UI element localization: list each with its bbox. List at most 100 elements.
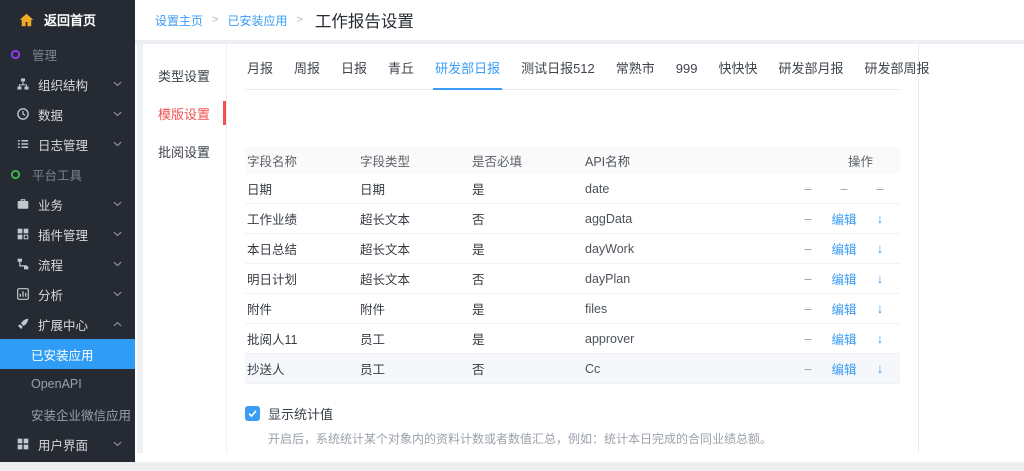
edit-link[interactable]: 编辑	[826, 299, 862, 318]
no-action-dash: –	[790, 272, 826, 286]
row-operations: –编辑↓	[790, 329, 898, 348]
tab-daily-report[interactable]: 日报	[339, 58, 369, 89]
cell: dayWork	[585, 242, 790, 256]
cell: 工作业绩	[245, 209, 360, 228]
cell: 员工	[360, 329, 472, 348]
tab-changshu[interactable]: 常熟市	[614, 58, 657, 89]
sidebar-section-label: 平台工具	[32, 165, 82, 184]
sidebar-item-install-wechat-app[interactable]: 安装企业微信应用	[0, 399, 135, 429]
download-icon[interactable]: ↓	[862, 361, 898, 376]
sidebar-item-installed-apps[interactable]: 已安装应用	[0, 339, 135, 369]
breadcrumb-link-settings-home[interactable]: 设置主页	[155, 12, 203, 29]
edit-link[interactable]: 编辑	[826, 359, 862, 378]
cell: 明日计划	[245, 269, 360, 288]
home-icon	[19, 13, 34, 27]
cell: 是	[472, 299, 585, 318]
subnav-divider	[226, 44, 227, 453]
plugin-icon	[17, 228, 29, 240]
edit-link[interactable]: 编辑	[826, 239, 862, 258]
sidebar: 返回首页 管理组织结构数据日志管理平台工具业务插件管理流程分析扩展中心已安装应用…	[0, 0, 135, 462]
fields-table: 字段名称字段类型是否必填API名称操作 日期日期是date–––工作业绩超长文本…	[245, 147, 900, 384]
sidebar-item-org-structure[interactable]: 组织结构	[0, 69, 135, 99]
cell: 是	[472, 179, 585, 198]
edit-link[interactable]: 编辑	[826, 329, 862, 348]
sidebar-item-label: 已安装应用	[31, 345, 94, 364]
table-row-agg-data: 工作业绩超长文本否aggData–编辑↓	[245, 204, 900, 234]
sidebar-item-openapi[interactable]: OpenAPI	[0, 369, 135, 399]
sidebar-item-plugin-management[interactable]: 插件管理	[0, 219, 135, 249]
edit-link[interactable]: 编辑	[826, 209, 862, 228]
sidebar-item-business[interactable]: 业务	[0, 189, 135, 219]
no-action-dash: –	[826, 182, 862, 196]
sidebar-item-process[interactable]: 流程	[0, 249, 135, 279]
cell: 日期	[360, 179, 472, 198]
download-icon[interactable]: ↓	[862, 301, 898, 316]
breadcrumb-link-installed-apps[interactable]: 已安装应用	[227, 12, 287, 29]
ring-icon	[10, 49, 21, 60]
cell: date	[585, 182, 790, 196]
tab-monthly-report[interactable]: 月报	[245, 58, 275, 89]
download-icon[interactable]: ↓	[862, 241, 898, 256]
subnav-item-type-settings[interactable]: 类型设置	[143, 61, 226, 89]
tab-rd-daily-report[interactable]: 研发部日报	[433, 58, 502, 89]
sidebar-item-label: 流程	[38, 255, 63, 274]
sidebar-item-log-management[interactable]: 日志管理	[0, 129, 135, 159]
no-action-dash: –	[790, 362, 826, 376]
back-to-home-button[interactable]: 返回首页	[0, 0, 135, 35]
table-row-day-plan: 明日计划超长文本否dayPlan–编辑↓	[245, 264, 900, 294]
tab-qingqiu[interactable]: 青丘	[386, 58, 416, 89]
report-tabs: 月报周报日报青丘研发部日报测试日报512常熟市999快快快研发部月报研发部周报	[245, 58, 900, 90]
breadcrumb-separator: >	[212, 14, 218, 26]
chevron-down-icon	[113, 111, 122, 117]
cell: 员工	[360, 359, 472, 378]
row-operations: –编辑↓	[790, 239, 898, 258]
sidebar-item-label: 插件管理	[38, 225, 88, 244]
subnav-item-review-settings[interactable]: 批阅设置	[143, 137, 226, 165]
chevron-down-icon	[113, 441, 122, 447]
sidebar-item-user-interface[interactable]: 用户界面	[0, 429, 135, 459]
download-icon[interactable]: ↓	[862, 271, 898, 286]
table-row-files: 附件附件是files–编辑↓	[245, 294, 900, 324]
chevron-down-icon	[113, 141, 122, 147]
tab-test-daily-512[interactable]: 测试日报512	[519, 58, 597, 89]
subnav-item-template-settings[interactable]: 模版设置	[143, 99, 226, 127]
sidebar-item-label: OpenAPI	[31, 377, 82, 391]
chart-icon	[17, 288, 29, 300]
page-title: 工作报告设置	[315, 8, 414, 32]
sidebar-item-data[interactable]: 数据	[0, 99, 135, 129]
main-area: 设置主页 > 已安装应用 > 工作报告设置 类型设置模版设置批阅设置 月报周报日…	[135, 0, 1024, 462]
download-icon[interactable]: ↓	[862, 211, 898, 226]
tab-rd-monthly-report[interactable]: 研发部月报	[777, 58, 846, 89]
tab-999[interactable]: 999	[674, 58, 700, 89]
cell: 抄送人	[245, 359, 360, 378]
chevron-down-icon	[113, 201, 122, 207]
no-action-dash: –	[862, 182, 898, 196]
card-right-border	[918, 44, 919, 453]
sidebar-item-extension-center[interactable]: 扩展中心	[0, 309, 135, 339]
download-icon[interactable]: ↓	[862, 331, 898, 346]
table-body: 日期日期是date–––工作业绩超长文本否aggData–编辑↓本日总结超长文本…	[245, 174, 900, 384]
chevron-down-icon	[113, 291, 122, 297]
chevron-down-icon	[113, 231, 122, 237]
sidebar-item-label: 扩展中心	[38, 315, 88, 334]
no-action-dash: –	[790, 182, 826, 196]
cell: files	[585, 302, 790, 316]
check-icon	[247, 408, 258, 419]
show-stats-checkbox[interactable]	[245, 406, 260, 421]
chevron-down-icon	[113, 261, 122, 267]
table-header: 字段名称字段类型是否必填API名称操作	[245, 147, 900, 174]
settings-card: 类型设置模版设置批阅设置 月报周报日报青丘研发部日报测试日报512 常熟市 999 快…	[135, 44, 1024, 453]
tab-rd-weekly-report[interactable]: 研发部周报	[863, 58, 932, 89]
cell: 超长文本	[360, 269, 472, 288]
cell: dayPlan	[585, 272, 790, 286]
edit-link[interactable]: 编辑	[826, 269, 862, 288]
row-operations: –编辑↓	[790, 359, 898, 378]
tab-kuaikuaikuai[interactable]: 快快快	[717, 58, 760, 89]
cell: approver	[585, 332, 790, 346]
sidebar-item-analysis[interactable]: 分析	[0, 279, 135, 309]
column-header: 是否必填	[472, 151, 585, 170]
cell: 超长文本	[360, 209, 472, 228]
column-header: 字段类型	[360, 151, 472, 170]
tab-weekly-report[interactable]: 周报	[292, 58, 322, 89]
sidebar-nav: 管理组织结构数据日志管理平台工具业务插件管理流程分析扩展中心已安装应用OpenA…	[0, 35, 135, 459]
